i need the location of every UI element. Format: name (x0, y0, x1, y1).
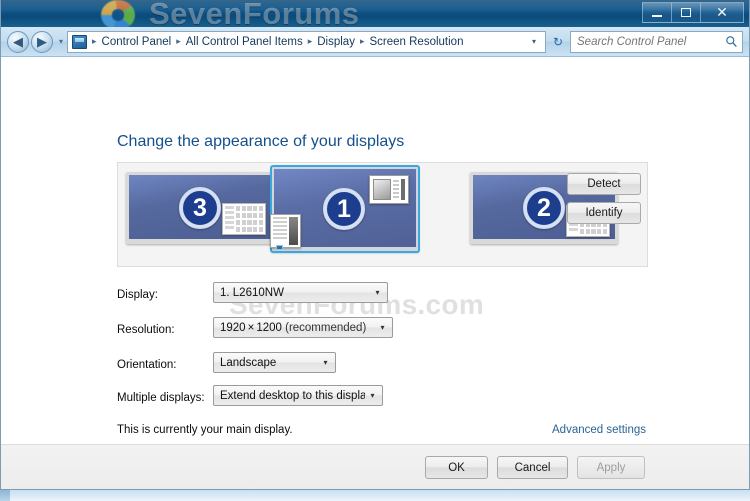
resolution-height: 1200 (256, 321, 282, 334)
resolution-times-icon: × (247, 321, 255, 334)
calendar-gadget-icon (222, 203, 266, 235)
forward-button[interactable]: ▶ (31, 30, 53, 53)
window-preview-gadget-icon (369, 175, 409, 204)
ok-button[interactable]: OK (425, 456, 488, 479)
search-box[interactable] (570, 30, 743, 53)
breadcrumb-separator: ▸ (307, 36, 313, 46)
maximize-icon (681, 8, 691, 17)
orientation-select-value: Landscape (220, 356, 277, 369)
breadcrumb-item-screen-resolution[interactable]: Screen Resolution (367, 36, 467, 48)
cancel-button[interactable]: Cancel (497, 456, 568, 479)
multiple-displays-label: Multiple displays: (117, 391, 205, 404)
breadcrumb[interactable]: ▸ Control Panel ▸ All Control Panel Item… (67, 30, 546, 53)
display-label: Display: (117, 288, 158, 301)
breadcrumb-separator: ▸ (92, 36, 97, 46)
back-button[interactable]: ◀ (7, 30, 29, 53)
multiple-displays-select[interactable]: Extend desktop to this display ▾ (213, 385, 383, 406)
monitor-number-badge: 1 (323, 188, 365, 230)
multiple-displays-field-row: Multiple displays: (117, 387, 205, 408)
sevenforums-pinwheel-logo (101, 0, 135, 27)
monitor-number-badge: 2 (523, 187, 565, 229)
breadcrumb-item-all-control-panel-items[interactable]: All Control Panel Items (183, 36, 306, 48)
orientation-field-row: Orientation: (117, 354, 176, 375)
display-select-value: 1. L2610NW (220, 286, 284, 299)
taskbar-edge (0, 490, 10, 501)
chevron-down-icon: ▾ (380, 323, 385, 332)
resolution-select-value: 1920 × 1200 (recommended) (220, 322, 375, 334)
minimize-icon (652, 14, 662, 17)
identify-button[interactable]: Identify (567, 202, 641, 224)
display-select[interactable]: 1. L2610NW ▾ (213, 282, 388, 303)
screen-resolution-window: SevenForums ✕ ◀ ▶ ▾ ▸ Control Panel ▸ Al… (0, 0, 750, 490)
window-controls: ✕ (642, 2, 744, 23)
desktop-background-strip (0, 490, 750, 501)
search-input[interactable] (577, 35, 725, 48)
page-title: Change the appearance of your displays (117, 133, 405, 150)
chevron-down-icon: ▾ (370, 391, 375, 400)
monitor-preview-1[interactable]: 1 (270, 165, 420, 253)
chevron-down-icon: ▾ (323, 358, 328, 367)
resolution-select[interactable]: 1920 × 1200 (recommended) ▾ (213, 317, 393, 338)
sidebar-gadget-icon (270, 214, 301, 248)
main-display-status-text: This is currently your main display. (117, 424, 293, 436)
apply-button: Apply (577, 456, 645, 479)
breadcrumb-separator: ▸ (359, 36, 365, 46)
resolution-field-row: Resolution: (117, 319, 175, 340)
multiple-displays-select-value: Extend desktop to this display (220, 389, 365, 402)
orientation-select[interactable]: Landscape ▾ (213, 352, 336, 373)
content-area: SevenForums.com Change the appearance of… (1, 57, 749, 461)
monitor-number-badge: 3 (179, 187, 221, 229)
control-panel-icon (72, 34, 87, 49)
dialog-button-bar: OK Cancel Apply (1, 444, 749, 489)
breadcrumb-item-display[interactable]: Display (314, 36, 358, 48)
breadcrumb-dropdown-icon[interactable]: ▾ (525, 37, 543, 46)
breadcrumb-separator: ▸ (176, 36, 181, 46)
monitor-preview-3[interactable]: 3 (126, 172, 274, 244)
search-icon (726, 36, 737, 47)
title-bar-watermark: SevenForums (149, 0, 360, 27)
breadcrumb-item-control-panel[interactable]: Control Panel (99, 36, 175, 48)
title-bar: SevenForums ✕ (1, 0, 749, 27)
close-button[interactable]: ✕ (700, 2, 744, 23)
resolution-width: 1920 (220, 321, 246, 334)
detect-button[interactable]: Detect (567, 173, 641, 195)
orientation-label: Orientation: (117, 358, 177, 371)
chevron-down-icon: ▾ (375, 288, 380, 297)
minimize-button[interactable] (642, 2, 671, 23)
refresh-button[interactable]: ↻ (547, 31, 569, 53)
advanced-settings-link[interactable]: Advanced settings (552, 424, 646, 436)
address-bar: ◀ ▶ ▾ ▸ Control Panel ▸ All Control Pane… (1, 27, 749, 57)
maximize-button[interactable] (671, 2, 700, 23)
resolution-recommended-note: (recommended) (285, 321, 367, 334)
recent-pages-button[interactable]: ▾ (55, 37, 67, 46)
display-field-row: Display: (117, 284, 158, 305)
resolution-label: Resolution: (117, 323, 175, 336)
taskbar-indicator-icon (276, 245, 283, 250)
